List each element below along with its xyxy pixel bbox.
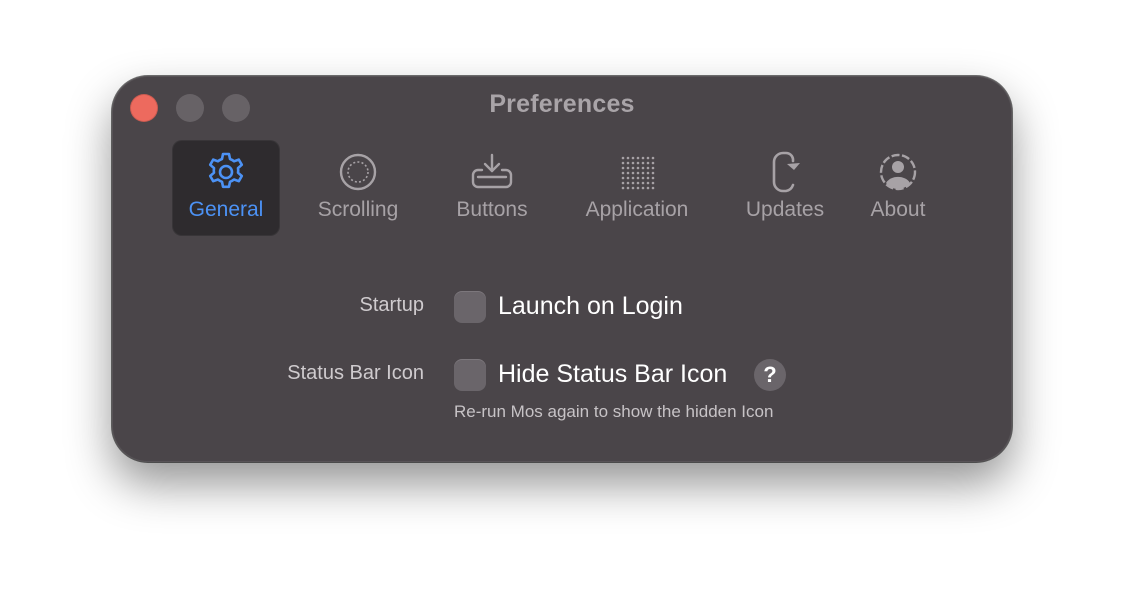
startup-label: Startup: [359, 294, 424, 316]
preferences-window: Preferences General Scrolling Buttons Ap…: [112, 76, 1012, 462]
tab-application[interactable]: Application: [576, 140, 698, 236]
stage: Preferences General Scrolling Buttons Ap…: [0, 0, 1124, 610]
tray-download-icon: [470, 150, 514, 194]
tab-about-label: About: [870, 198, 926, 221]
window-title: Preferences: [489, 90, 635, 118]
tab-buttons-label: Buttons: [456, 198, 528, 221]
dot-grid-icon: [615, 150, 659, 194]
tab-about[interactable]: About: [860, 140, 936, 236]
tab-scrolling[interactable]: Scrolling: [308, 140, 408, 236]
launch-on-login-label[interactable]: Launch on Login: [498, 292, 683, 321]
refresh-icon: [763, 150, 807, 194]
launch-on-login-checkbox[interactable]: [454, 291, 486, 323]
status-bar-hint-text: Re-run Mos again to show the hidden Icon: [454, 402, 774, 421]
status-bar-icon-label: Status Bar Icon: [287, 362, 424, 384]
tab-buttons[interactable]: Buttons: [446, 140, 538, 236]
tab-general[interactable]: General: [172, 140, 280, 236]
hide-status-bar-icon-label[interactable]: Hide Status Bar Icon: [498, 360, 727, 389]
hide-status-bar-icon-checkbox[interactable]: [454, 359, 486, 391]
tab-scrolling-label: Scrolling: [317, 198, 399, 221]
tab-updates[interactable]: Updates: [736, 140, 834, 236]
tab-updates-label: Updates: [745, 198, 825, 221]
tab-general-label: General: [188, 198, 264, 221]
tab-application-label: Application: [585, 198, 689, 221]
scroll-circle-icon: [336, 150, 380, 194]
help-button[interactable]: ?: [754, 359, 786, 391]
gear-icon: [204, 150, 248, 194]
person-circle-icon: [876, 150, 920, 194]
